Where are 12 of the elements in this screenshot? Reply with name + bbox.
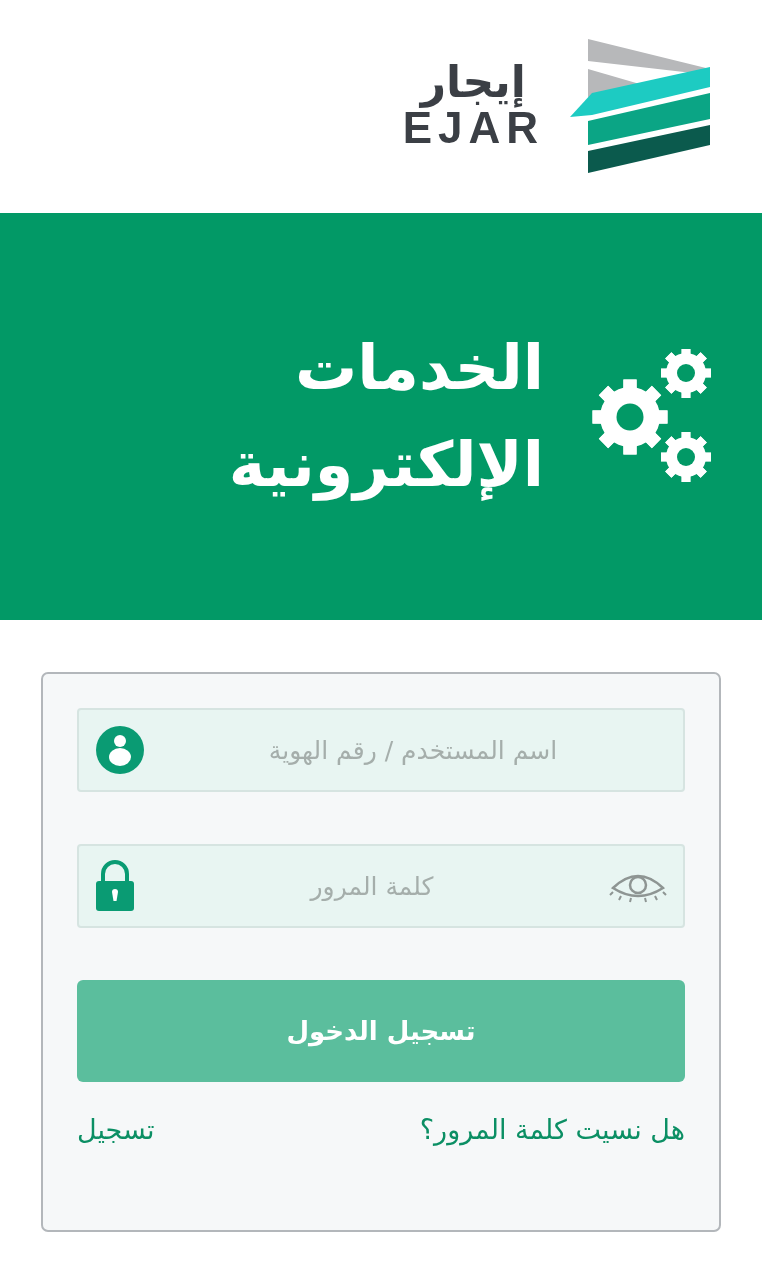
username-field[interactable]: اسم المستخدم / رقم الهوية <box>77 708 685 792</box>
register-link[interactable]: تسجيل <box>77 1114 155 1145</box>
login-button[interactable]: تسجيل الدخول <box>77 980 685 1082</box>
gears-icon <box>590 348 714 485</box>
logo-icon <box>570 38 712 175</box>
password-field[interactable]: كلمة المرور <box>77 844 685 928</box>
user-icon <box>95 725 145 775</box>
username-field[interactable]: اسم المستخدم / رقم الهوية <box>159 734 667 766</box>
password-field[interactable]: كلمة المرور <box>149 870 595 902</box>
banner-title: الخدمات الإلكترونية <box>227 330 544 503</box>
lock-icon <box>95 860 135 912</box>
forgot-password-link[interactable]: هل نسيت كلمة المرور؟ <box>419 1114 685 1145</box>
